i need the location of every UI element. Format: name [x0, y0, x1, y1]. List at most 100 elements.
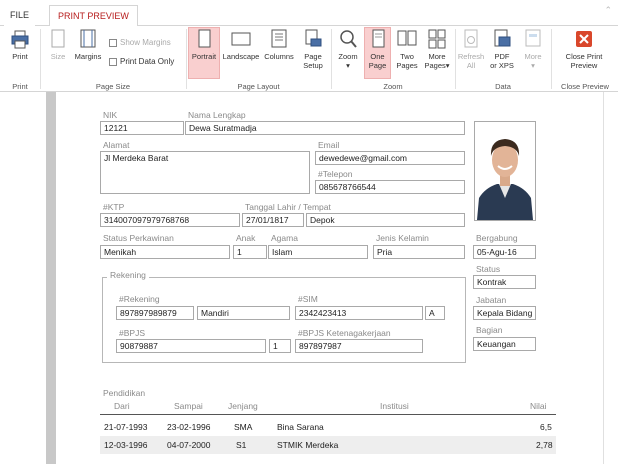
pdf-xps-button[interactable]: PDF or XPS [487, 28, 517, 70]
email-field: dewedewe@gmail.com [315, 151, 465, 165]
print-button[interactable]: Print [6, 28, 34, 61]
more-pages-button[interactable]: More Pages▾ [422, 28, 452, 70]
bpjs-field: 90879887 [116, 339, 266, 353]
landscape-icon [231, 32, 251, 46]
ttl-label: Tanggal Lahir / Tempat [245, 202, 331, 212]
employee-photo [474, 121, 536, 221]
group-zoom: Zoom ▾ One Page Two Pages More Pages▾ Zo… [332, 26, 454, 92]
jabatan-field: Kepala Bidang [473, 306, 536, 320]
group-label-data: Data [495, 82, 511, 91]
more-pages-icon [428, 29, 446, 49]
group-page-size: Size Margins Show Margins Print Data Onl… [41, 26, 185, 92]
size-button[interactable]: Size [46, 28, 70, 61]
group-label-page-size: Page Size [95, 82, 131, 91]
row-2-dari: 12-03-1996 [104, 440, 148, 450]
tab-file[interactable]: FILE [4, 5, 36, 26]
refresh-all-button[interactable]: Refresh All [457, 28, 485, 70]
telepon-field: 085678766544 [315, 180, 465, 194]
rekening-label: #Rekening [119, 294, 160, 304]
row-1-jenjang: SMA [234, 422, 253, 432]
bergabung-label: Bergabung [476, 233, 518, 243]
nik-label: NIK [103, 110, 118, 120]
show-margins-label: Show Margins [120, 38, 171, 47]
one-page-icon [372, 29, 384, 48]
margins-button[interactable]: Margins [71, 28, 105, 61]
group-label-print: Print [12, 82, 28, 91]
two-pages-icon [397, 30, 417, 46]
pdf-label-1: PDF [494, 52, 510, 61]
two-pages-button[interactable]: Two Pages [393, 28, 421, 70]
two-pages-label-1: Two [400, 52, 414, 61]
bpjs-tk-label: #BPJS Ketenagakerjaan [298, 328, 391, 338]
row-1-institusi: Bina Sarana [277, 422, 324, 432]
print-data-only-checkbox[interactable]: Print Data Only [109, 57, 174, 66]
show-margins-checkbox[interactable]: Show Margins [109, 38, 171, 47]
email-label: Email [318, 140, 340, 150]
more-label: More [524, 52, 542, 61]
ktp-label: #KTP [103, 202, 125, 212]
nik-field: 12121 [100, 121, 184, 135]
row-2-nilai: 2,78 [536, 440, 553, 450]
page-setup-label-2: Setup [303, 61, 323, 70]
col-header-institusi: Institusi [380, 401, 409, 411]
portrait-button[interactable]: Portrait [188, 27, 220, 79]
sim-type-field: A [425, 306, 445, 320]
group-label-close-preview: Close Preview [561, 82, 609, 91]
ribbon: Print Print Size Margins Show Margins Pr… [0, 26, 618, 92]
magnifier-icon [340, 30, 357, 48]
group-data: Refresh All PDF or XPS More ▾ Data [456, 26, 550, 92]
row-1-nilai: 6,5 [540, 422, 552, 432]
tab-print-preview[interactable]: PRINT PREVIEW [49, 5, 138, 27]
dropdown-arrow-icon: ▾ [445, 61, 450, 70]
rekening-field: 897897989879 [116, 306, 194, 320]
group-label-page-layout: Page Layout [237, 82, 280, 91]
alamat-field: Jl Merdeka Barat [100, 151, 310, 194]
ribbon-tab-bar: FILE PRINT PREVIEW ⌃ [0, 0, 618, 27]
bagian-field: Keuangan [473, 337, 536, 351]
page-setup-button[interactable]: Page Setup [298, 28, 328, 70]
margins-icon [80, 29, 96, 48]
status-kawin-label: Status Perkawinan [103, 233, 174, 243]
columns-icon [271, 29, 287, 48]
close-print-preview-button[interactable]: Close Print Preview [554, 28, 614, 70]
bank-field: Mandiri [197, 306, 290, 320]
agama-label: Agama [271, 233, 298, 243]
jabatan-label: Jabatan [476, 295, 507, 305]
bergabung-field: 05-Agu-16 [473, 245, 536, 259]
columns-button[interactable]: Columns [262, 28, 296, 61]
ktp-field: 314007097979768768 [100, 213, 240, 227]
pdf-export-icon [494, 29, 511, 47]
rekening-title: Rekening [107, 270, 149, 280]
page-setup-icon [305, 29, 322, 47]
refresh-icon [464, 29, 478, 48]
nama-label: Nama Lengkap [188, 110, 246, 120]
print-data-only-label: Print Data Only [120, 57, 175, 66]
alamat-label: Alamat [103, 140, 130, 150]
group-close-preview: Close Print Preview Close Preview [552, 26, 618, 92]
ribbon-collapse-icon[interactable]: ⌃ [604, 5, 612, 16]
dropdown-arrow-icon: ▾ [531, 61, 535, 70]
margins-label: Margins [74, 52, 102, 61]
telepon-label: #Telepon [318, 169, 353, 179]
status-field: Kontrak [473, 275, 536, 289]
zoom-label: Zoom [338, 52, 358, 61]
zoom-button[interactable]: Zoom ▾ [334, 28, 362, 70]
more-pages-label-2: Pages [424, 61, 446, 70]
col-header-nilai: Nilai [530, 401, 547, 411]
close-label-1: Close Print [565, 52, 603, 61]
refresh-label-1: Refresh [457, 52, 485, 61]
bagian-label: Bagian [476, 325, 503, 335]
page-edge-left [46, 92, 56, 464]
row-2-jenjang: S1 [236, 440, 247, 450]
more-pages-label-1: More [428, 52, 446, 61]
group-page-layout: Portrait Landscape Columns Page Setup Pa… [187, 26, 330, 92]
landscape-button[interactable]: Landscape [221, 28, 261, 61]
tanggal-lahir-field: 27/01/1817 [242, 213, 304, 227]
one-page-button[interactable]: One Page [364, 27, 391, 79]
row-2-sampai: 04-07-2000 [167, 440, 211, 450]
portrait-label: Portrait [191, 52, 217, 61]
dropdown-arrow-icon: ▾ [346, 61, 350, 70]
one-page-label-2: Page [368, 61, 387, 70]
more-button[interactable]: More ▾ [519, 28, 547, 70]
vertical-scrollbar[interactable] [603, 92, 618, 464]
